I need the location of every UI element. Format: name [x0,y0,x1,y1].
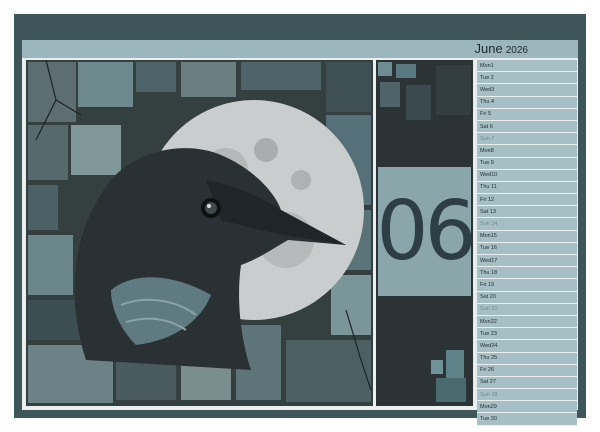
day-label: Sun 28 [480,391,498,398]
day-row: Sun 21 [477,303,577,316]
day-label: Mon15 [480,233,497,240]
day-label: Thu 18 [480,269,498,276]
day-row: Wed3 [477,84,577,97]
day-label: Tue 9 [480,160,494,167]
day-row: Thu 4 [477,96,577,109]
day-row: Mon15 [477,230,577,243]
day-label: Wed17 [480,257,498,264]
calendar-frame: June 2026 06 Mon1 Tue 2 Wed3 Thu 4 Fri 5… [14,14,586,426]
day-label: Sun 21 [480,306,498,313]
day-row: Mon22 [477,315,577,329]
day-label: Tue 2 [480,74,494,81]
day-label: Wed24 [480,342,498,349]
day-label: Sat 20 [480,294,496,301]
day-row: Sat 27 [477,376,577,390]
year-label: 2026 [505,45,528,56]
day-row: Fri 12 [477,194,577,207]
day-label: Tue 16 [480,245,497,252]
day-row: Sat 20 [477,291,577,304]
day-row: Tue 30 [477,413,577,426]
month-label: June [474,41,503,56]
day-label: Fri 26 [480,367,495,374]
day-row: Mon1 [477,60,577,73]
day-label: Wed10 [480,172,498,179]
day-list: Mon1 Tue 2 Wed3 Thu 4 Fri 5 Sat 6 Sun 7 Mon8 Tue… [477,60,577,426]
day-label: Thu 25 [480,355,498,362]
day-row: Tue 2 [477,72,577,85]
day-label: Thu 11 [480,184,497,191]
day-label: Wed3 [480,86,495,93]
day-label: Fri 5 [480,111,491,118]
day-label: Mon1 [480,62,494,69]
day-label: Sat 27 [480,379,496,386]
month-number: 06 [376,167,477,296]
day-label: Mon8 [480,147,494,154]
day-row: Sun 14 [477,218,577,231]
day-label: Sat 13 [480,208,496,215]
day-label: Sun 7 [480,135,495,142]
day-label: Tue 23 [480,330,497,337]
raven-moon-illustration [26,60,373,406]
day-row: Sat 13 [477,206,577,219]
day-row: Mon29 [477,401,577,414]
day-label: Thu 4 [480,99,495,106]
day-row: Thu 11 [477,181,577,195]
day-row: Mon8 [477,145,577,158]
day-row: Sun 28 [477,389,577,402]
calendar-title: June 2026 [475,40,528,58]
day-row: Wed24 [477,340,577,353]
day-row: Sat 6 [477,120,577,134]
title-bar: June 2026 [22,40,578,58]
day-label: Tue 30 [480,416,497,423]
day-row: Tue 23 [477,328,577,341]
day-label: Fri 19 [480,281,495,288]
day-label: Mon22 [480,318,497,325]
day-row: Wed10 [477,169,577,182]
day-row: Fri 5 [477,108,577,121]
day-label: Mon29 [480,403,497,410]
day-row: Fri 26 [477,364,577,377]
day-row: Thu 18 [477,267,577,280]
day-row: Tue 16 [477,242,577,255]
day-row: Tue 9 [477,157,577,170]
raven-artwork [26,60,373,406]
day-label: Sun 14 [480,221,498,228]
day-row: Fri 19 [477,279,577,292]
day-label: Sat 6 [480,123,493,130]
day-row: Thu 25 [477,352,577,365]
day-row: Sun 7 [477,133,577,146]
day-label: Fri 12 [480,196,495,203]
day-row: Wed17 [477,255,577,268]
